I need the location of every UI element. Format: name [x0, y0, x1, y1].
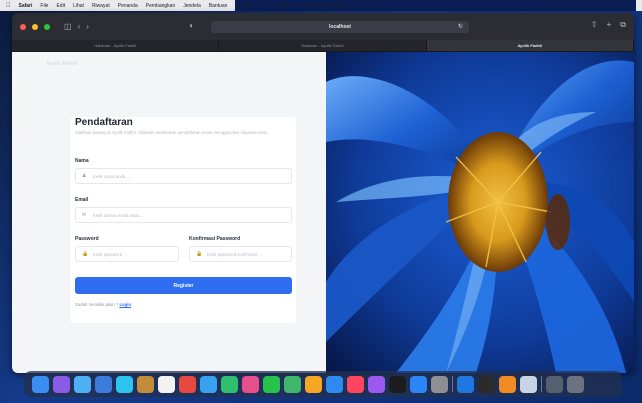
- page-header: Ayolik Fadhil: [12, 52, 326, 78]
- siri-icon[interactable]: ◉: [291, 3, 295, 9]
- password-input[interactable]: 🔒 Ketik password ...: [75, 246, 179, 262]
- menu-bar:  Safari File Edit Lihat Riwayat Penanda…: [0, 0, 642, 11]
- lock-icon: 🔒: [82, 251, 89, 257]
- address-bar[interactable]: localhost ↻: [211, 21, 469, 33]
- whatsapp-icon[interactable]: [284, 375, 301, 393]
- menu-file[interactable]: File: [40, 3, 48, 9]
- downloads-folder-icon[interactable]: [546, 375, 563, 393]
- trash-icon[interactable]: [567, 375, 584, 393]
- confirm-password-placeholder: Ketik password konfirmasi ...: [207, 251, 262, 257]
- blue-flower-image: [326, 52, 634, 373]
- login-prompt-text: Sudah memiliki akun ?: [75, 302, 119, 307]
- browser-window: ◫ ‹ › ◑ localhost ↻ ⇧ + ⧉ Halaman - Ayol…: [12, 13, 634, 373]
- menu-view[interactable]: Lihat: [73, 3, 84, 9]
- battery-icon[interactable]: ▮▯: [247, 3, 253, 9]
- menu-safari[interactable]: Safari: [19, 3, 33, 9]
- tab-2[interactable]: Halaman - Ayolik Fadhil: [219, 40, 427, 51]
- dock-separator: [452, 376, 453, 392]
- name-input[interactable]: ♟ Ketik nama anda ...: [75, 168, 292, 184]
- menu-help[interactable]: Bantuan: [209, 3, 228, 9]
- menu-window[interactable]: Jendela: [183, 3, 201, 9]
- privacy-shield-icon[interactable]: ◑: [188, 22, 193, 30]
- menu-clock[interactable]: Rab 10 Jun 12.30: [303, 3, 342, 9]
- finder-icon[interactable]: [32, 375, 49, 393]
- page-content: Ayolik Fadhil Pendaftaran Silahkan datan…: [12, 52, 634, 373]
- keynote-icon[interactable]: [326, 375, 343, 393]
- menu-develop[interactable]: Pembangkan: [146, 3, 175, 9]
- menu-edit[interactable]: Edit: [56, 3, 65, 9]
- close-window-button[interactable]: [20, 23, 26, 30]
- tab-overview-icon[interactable]: ⧉: [620, 21, 626, 29]
- bluetooth-icon[interactable]: ✱: [235, 3, 239, 9]
- confirm-password-label: Konfirmasi Password: [189, 236, 241, 242]
- maps-icon[interactable]: [221, 375, 238, 393]
- tab-3-active[interactable]: Ayolik Fadhil: [426, 40, 634, 51]
- back-icon[interactable]: ‹: [78, 22, 81, 31]
- share-icon[interactable]: ⇧: [591, 21, 598, 29]
- register-button[interactable]: Register: [75, 277, 292, 294]
- dock: [24, 371, 622, 397]
- safari-icon[interactable]: [74, 375, 91, 393]
- files-app-icon[interactable]: [200, 375, 217, 393]
- desktop:  Safari File Edit Lihat Riwayat Penanda…: [0, 0, 642, 403]
- user-icon: ♟: [82, 173, 87, 179]
- xampp-icon[interactable]: [499, 375, 516, 393]
- reload-icon[interactable]: ↻: [458, 23, 463, 30]
- title-bar: ◫ ‹ › ◑ localhost ↻ ⇧ + ⧉: [12, 13, 634, 40]
- page-subtitle: Silahkan datang di Ayolik Fadhil. Silahk…: [75, 130, 269, 135]
- zoom-window-button[interactable]: [44, 23, 50, 30]
- calendar-icon[interactable]: [158, 375, 175, 393]
- login-link[interactable]: Login: [119, 302, 131, 307]
- podcasts-icon[interactable]: [368, 375, 385, 393]
- tab-bar: Halaman - Ayolik Fadhil Halaman - Ayolik…: [12, 40, 634, 52]
- address-text: localhost: [329, 24, 351, 30]
- vscode-icon[interactable]: [457, 375, 474, 393]
- form-panel: Ayolik Fadhil Pendaftaran Silahkan datan…: [12, 52, 326, 373]
- terminal-icon[interactable]: [478, 375, 495, 393]
- mail-app-icon[interactable]: [95, 375, 112, 393]
- facetime-icon[interactable]: [263, 375, 280, 393]
- page-title: Pendaftaran: [75, 117, 133, 128]
- apple-icon[interactable]: : [6, 3, 11, 9]
- forward-icon[interactable]: ›: [86, 22, 89, 31]
- photos-icon[interactable]: [242, 375, 259, 393]
- name-placeholder: Ketik nama anda ...: [93, 173, 131, 179]
- music-icon[interactable]: [347, 375, 364, 393]
- wifi-icon[interactable]: ≈: [259, 3, 262, 9]
- sidebar-toggle-icon[interactable]: ◫: [64, 22, 72, 31]
- hero-image: [326, 52, 634, 373]
- name-label: Nama: [75, 158, 89, 164]
- password-label: Password: [75, 236, 99, 242]
- login-prompt: Sudah memiliki akun ? Login: [75, 302, 131, 307]
- mail-icon: ✉: [82, 212, 87, 218]
- menu-history[interactable]: Riwayat: [92, 3, 110, 9]
- launchpad-icon[interactable]: [53, 375, 70, 393]
- reminders-icon[interactable]: [179, 375, 196, 393]
- menu-bookmarks[interactable]: Penanda: [118, 3, 138, 9]
- confirm-password-input[interactable]: 🔒 Ketik password konfirmasi ...: [189, 246, 292, 262]
- brand-name: Ayolik Fadhil: [46, 61, 77, 67]
- messages-icon[interactable]: [116, 375, 133, 393]
- notes-app-icon[interactable]: [137, 375, 154, 393]
- numbers-icon[interactable]: [305, 375, 322, 393]
- tv-app-icon[interactable]: [389, 375, 406, 393]
- tab-1[interactable]: Halaman - Ayolik Fadhil: [12, 40, 220, 51]
- settings-icon[interactable]: [431, 375, 448, 393]
- new-tab-icon[interactable]: +: [607, 21, 612, 29]
- spotlight-icon[interactable]: ⚲: [269, 3, 273, 9]
- app-store-icon[interactable]: [410, 375, 427, 393]
- password-placeholder: Ketik password ...: [93, 251, 127, 257]
- dock-separator: [541, 376, 542, 392]
- email-placeholder: Ketik alamat email anda ...: [93, 212, 144, 218]
- email-input[interactable]: ✉ Ketik alamat email anda ...: [75, 207, 292, 223]
- preview-icon[interactable]: [520, 375, 537, 393]
- registration-card: Pendaftaran Silahkan datang di Ayolik Fa…: [70, 117, 296, 323]
- minimize-window-button[interactable]: [32, 23, 38, 30]
- lock-icon: 🔒: [196, 251, 203, 257]
- email-label: Email: [75, 197, 89, 203]
- control-center-icon[interactable]: ▣: [280, 3, 285, 9]
